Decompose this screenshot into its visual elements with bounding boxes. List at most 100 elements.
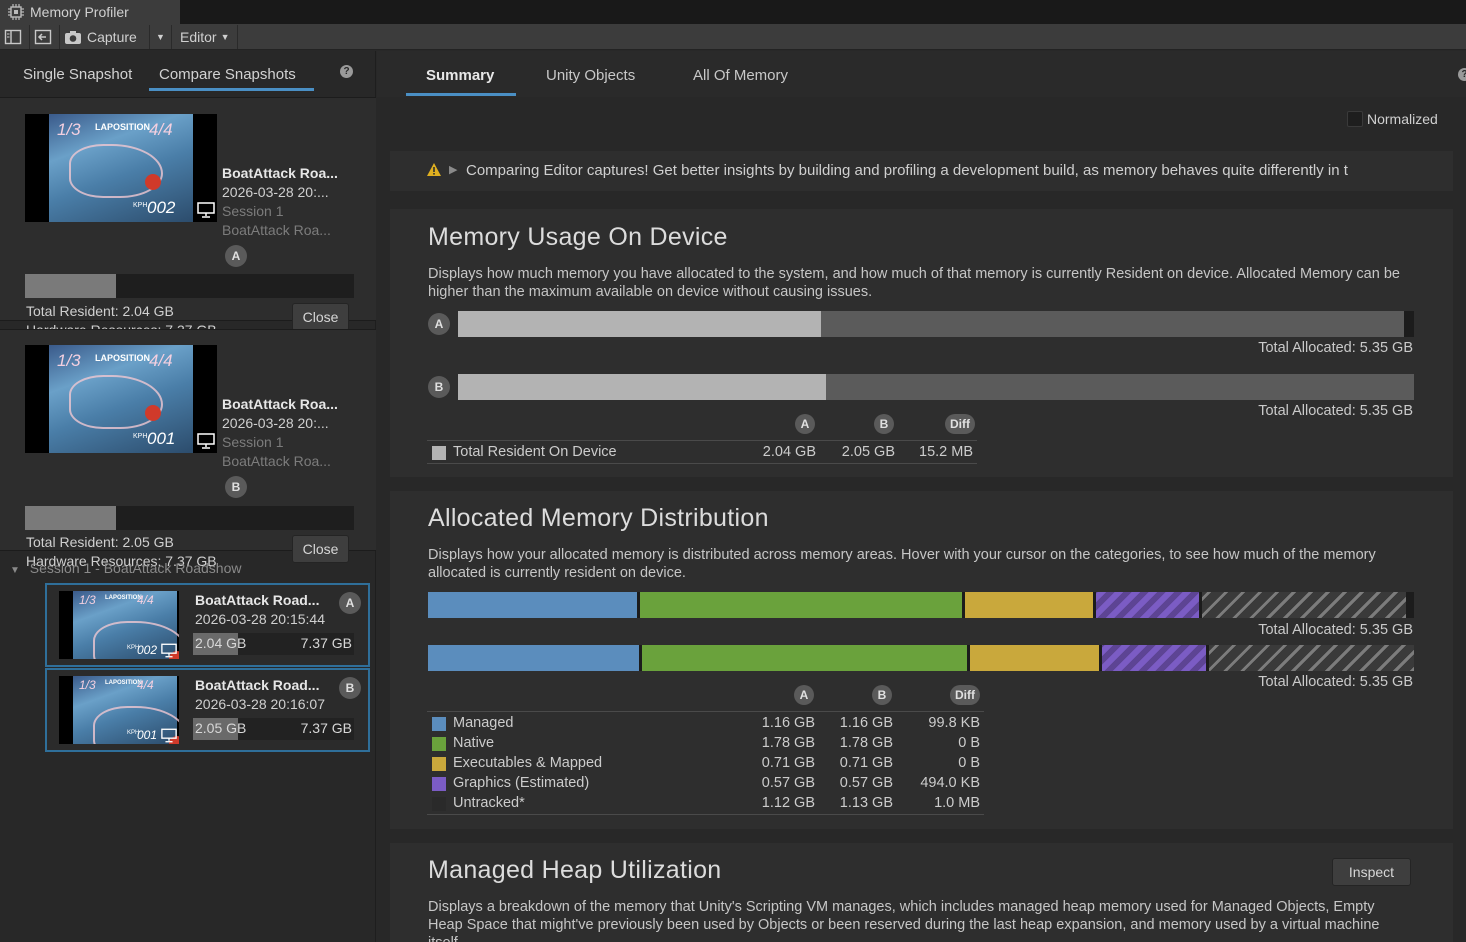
editor-monitor-icon xyxy=(161,728,179,744)
thumb-text: 4/4 xyxy=(137,678,154,692)
thumb-text: 4/4 xyxy=(137,593,154,607)
total-resident-label: Total Resident: 2.04 GB xyxy=(26,303,174,319)
toggle-sidebar-button[interactable] xyxy=(0,24,30,49)
segment-native[interactable] xyxy=(642,645,967,671)
segment-untracked[interactable] xyxy=(1202,592,1406,618)
thumb-text: 001 xyxy=(147,429,176,448)
category-value-b: 1.16 GB xyxy=(839,715,893,731)
category-value-a: 0.71 GB xyxy=(761,755,815,771)
session-snapshot-item[interactable]: 1/3 LAPOSITION 4/4 002 KPH BoatAttack Ro… xyxy=(45,583,370,667)
close-snapshot-b-button[interactable]: Close xyxy=(292,535,349,563)
session-snapshot-date: 2026-03-28 20:15:44 xyxy=(195,611,325,627)
capture-options-dropdown[interactable]: ▼ xyxy=(150,24,172,49)
resident-swatch xyxy=(432,446,446,460)
total-resident-label: Total Resident: 2.05 GB xyxy=(26,534,174,550)
capture-button[interactable]: Capture xyxy=(60,24,150,49)
usage-bar-b[interactable] xyxy=(458,374,1414,400)
session-snapshot-name: BoatAttack Road... xyxy=(195,677,320,693)
category-value-diff: 99.8 KB xyxy=(928,715,980,731)
chevron-down-icon: ▼ xyxy=(156,31,165,42)
thumb-text: LAPOSITION xyxy=(95,353,151,363)
snapshot-thumbnail[interactable]: 1/3 LAPOSITION 4/4 001 KPH xyxy=(25,345,217,453)
category-swatch xyxy=(432,717,446,731)
bar-badge-b: B xyxy=(428,376,450,398)
tab-all-of-memory[interactable]: All Of Memory xyxy=(693,67,788,84)
help-icon[interactable]: ? xyxy=(1458,68,1466,81)
category-label[interactable]: Graphics (Estimated) xyxy=(453,775,589,791)
distribution-total-a: Total Allocated: 5.35 GB xyxy=(1258,622,1413,638)
help-icon[interactable]: ? xyxy=(340,65,353,78)
warning-text: Comparing Editor captures! Get better in… xyxy=(466,162,1348,179)
distribution-bar-a[interactable] xyxy=(428,592,1414,618)
tab-compare-snapshots[interactable]: Compare Snapshots xyxy=(159,66,296,83)
category-value-a: 1.78 GB xyxy=(761,735,815,751)
normalized-checkbox[interactable] xyxy=(1347,111,1363,127)
resident-bar xyxy=(25,506,354,530)
column-badge-a: A xyxy=(794,685,814,705)
inspect-button[interactable]: Inspect xyxy=(1332,858,1411,886)
category-value-a: 0.57 GB xyxy=(761,775,815,791)
segment-native[interactable] xyxy=(640,592,962,618)
session-thumbnail: 1/3 LAPOSITION 4/4 001 KPH xyxy=(59,676,179,744)
category-value-a: 1.16 GB xyxy=(761,715,815,731)
warning-icon xyxy=(427,163,441,179)
table-divider xyxy=(427,463,977,464)
category-value-diff: 0 B xyxy=(958,755,980,771)
chevron-down-icon: ▼ xyxy=(220,31,230,42)
category-label[interactable]: Executables & Mapped xyxy=(453,755,602,771)
segment-managed[interactable] xyxy=(428,592,637,618)
segment-executables[interactable] xyxy=(965,592,1093,618)
category-value-b: 0.57 GB xyxy=(839,775,893,791)
camera-icon xyxy=(65,30,81,44)
thumb-text: 002 xyxy=(147,198,176,217)
snapshot-thumbnail[interactable]: 1/3 LAPOSITION 4/4 002 KPH xyxy=(25,114,217,222)
expand-arrow-icon[interactable]: ▶ xyxy=(449,163,457,176)
category-value-b: 1.78 GB xyxy=(839,735,893,751)
normalized-label: Normalized xyxy=(1367,111,1438,127)
segment-graphics[interactable] xyxy=(1102,645,1206,671)
category-swatch xyxy=(432,737,446,751)
tab-single-snapshot[interactable]: Single Snapshot xyxy=(23,66,132,83)
column-badge-diff: Diff xyxy=(950,685,980,705)
thumb-text: 1/3 xyxy=(79,593,96,607)
session-snapshot-item[interactable]: 1/3 LAPOSITION 4/4 001 KPH BoatAttack Ro… xyxy=(45,668,370,752)
close-snapshot-a-button[interactable]: Close xyxy=(292,303,349,331)
import-snapshot-button[interactable] xyxy=(30,24,60,49)
tab-summary[interactable]: Summary xyxy=(426,67,494,84)
session-resident-bar: 2.05 GB 7.37 GB xyxy=(193,718,354,740)
category-value-a: 1.12 GB xyxy=(761,795,815,811)
resident-bar-fill xyxy=(25,506,117,530)
thumb-text: 001 xyxy=(137,728,158,742)
target-dropdown[interactable]: Editor ▼ xyxy=(172,24,238,49)
session-snapshot-date: 2026-03-28 20:16:07 xyxy=(195,696,325,712)
snapshot-name: BoatAttack Roa... xyxy=(222,165,338,181)
segment-graphics[interactable] xyxy=(1096,592,1199,618)
category-label[interactable]: Untracked* xyxy=(453,795,525,811)
snapshot-badge-b: B xyxy=(225,476,247,498)
segment-untracked[interactable] xyxy=(1209,645,1414,671)
thumb-text: 1/3 xyxy=(57,120,81,139)
total-allocated-a: Total Allocated: 5.35 GB xyxy=(1258,340,1413,356)
memory-chip-icon xyxy=(8,4,24,20)
distribution-bar-b[interactable] xyxy=(428,645,1414,671)
thumb-text: 002 xyxy=(137,643,158,657)
session-badge-a: A xyxy=(339,592,361,614)
usage-bar-a[interactable] xyxy=(458,311,1414,337)
tab-unity-objects[interactable]: Unity Objects xyxy=(546,67,635,84)
category-value-diff: 1.0 MB xyxy=(934,795,980,811)
category-label[interactable]: Managed xyxy=(453,715,513,731)
session-total-value: 7.37 GB xyxy=(300,635,352,651)
category-label[interactable]: Native xyxy=(453,735,494,751)
session-resident-value: 2.04 GB xyxy=(195,635,247,651)
session-resident-bar: 2.04 GB 7.37 GB xyxy=(193,633,354,655)
window-tab[interactable]: Memory Profiler xyxy=(0,0,180,24)
thumb-text: KPH xyxy=(127,730,140,736)
column-badge-b: B xyxy=(872,685,892,705)
snapshot-card-b: 1/3 LAPOSITION 4/4 001 KPH B BoatAttack … xyxy=(0,329,376,569)
segment-managed[interactable] xyxy=(428,645,639,671)
category-swatch xyxy=(432,777,446,791)
session-header[interactable]: ▼ Session 1 - BoatAttack Roadshow xyxy=(10,560,241,576)
column-badge-diff: Diff xyxy=(945,414,975,434)
segment-executables[interactable] xyxy=(970,645,1099,671)
resident-row-label: Total Resident On Device xyxy=(453,444,617,460)
